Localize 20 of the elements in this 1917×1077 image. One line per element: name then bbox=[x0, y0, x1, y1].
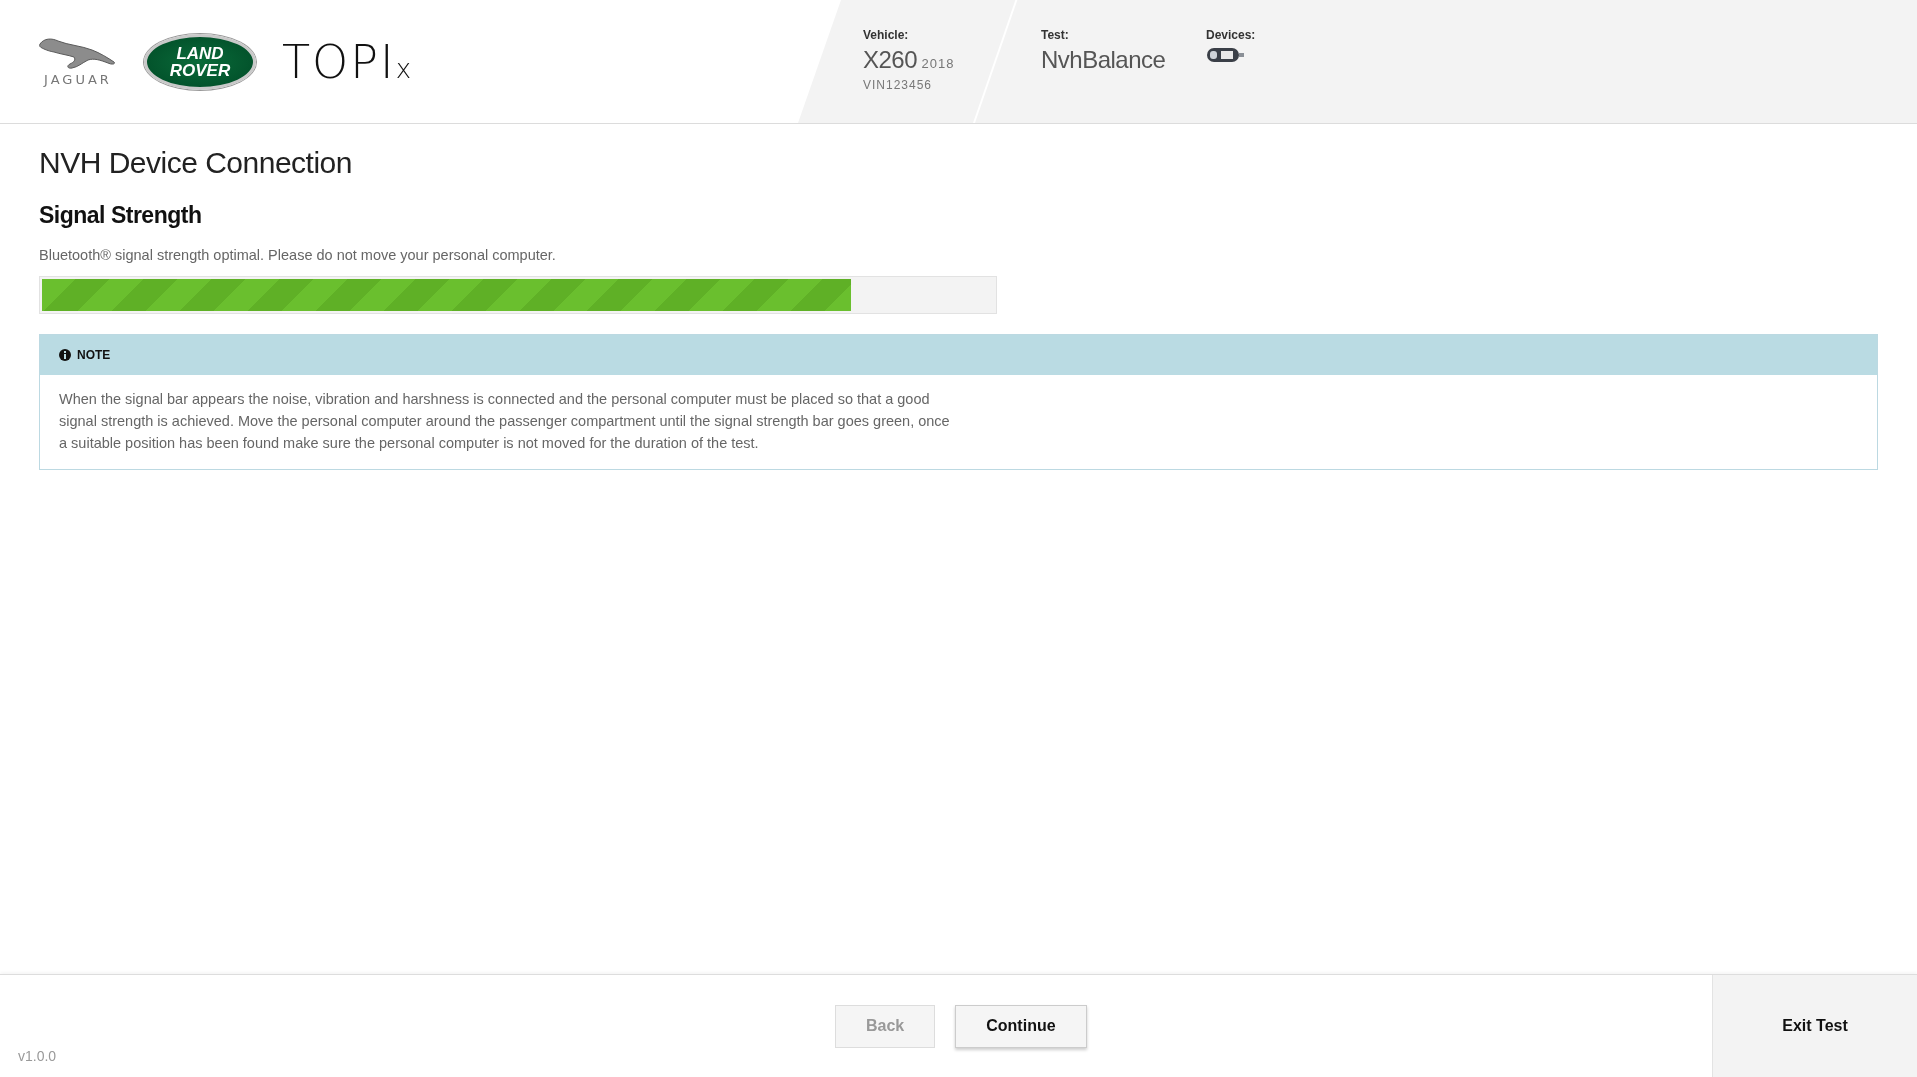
section-heading: Signal Strength bbox=[39, 202, 203, 229]
vehicle-year: 2018 bbox=[921, 56, 955, 71]
oval-brand-logo: LAND ROVER bbox=[144, 33, 256, 90]
exit-test-button[interactable]: Exit Test bbox=[1712, 975, 1917, 1077]
devices-label: Devices: bbox=[1206, 28, 1256, 42]
test-name: NvhBalance bbox=[1041, 46, 1166, 73]
vin-number: VIN123456 bbox=[863, 78, 934, 92]
test-label: Test: bbox=[1041, 28, 1070, 42]
note-label: NOTE bbox=[77, 348, 111, 362]
vehicle-model: X260 bbox=[863, 46, 918, 73]
status-message: Bluetooth® signal strength optimal. Please do not move your personal computer. bbox=[39, 247, 557, 263]
note-text: When the signal bar appears the noise, vibration and harshness is connected and the personal computer must be placed so that a good signal strength is achieved. Move the personal computer around the passenger compartment until the signal strength bar goes green, once a suitable position has been found make sure the personal computer is not moved for the duration of the test. bbox=[58, 390, 951, 453]
vehicle-label: Vehicle: bbox=[863, 28, 910, 42]
page-title: NVH Device Connection bbox=[39, 146, 353, 180]
info-icon bbox=[59, 349, 71, 361]
dongle-device-icon bbox=[1206, 46, 1246, 64]
brand-logo-text: JAGUAR bbox=[44, 72, 112, 87]
version-text: v1.0.0 bbox=[18, 1048, 57, 1064]
brand-logo-text: TOPI x bbox=[282, 34, 411, 89]
continue-button[interactable]: Continue bbox=[955, 1004, 1087, 1048]
